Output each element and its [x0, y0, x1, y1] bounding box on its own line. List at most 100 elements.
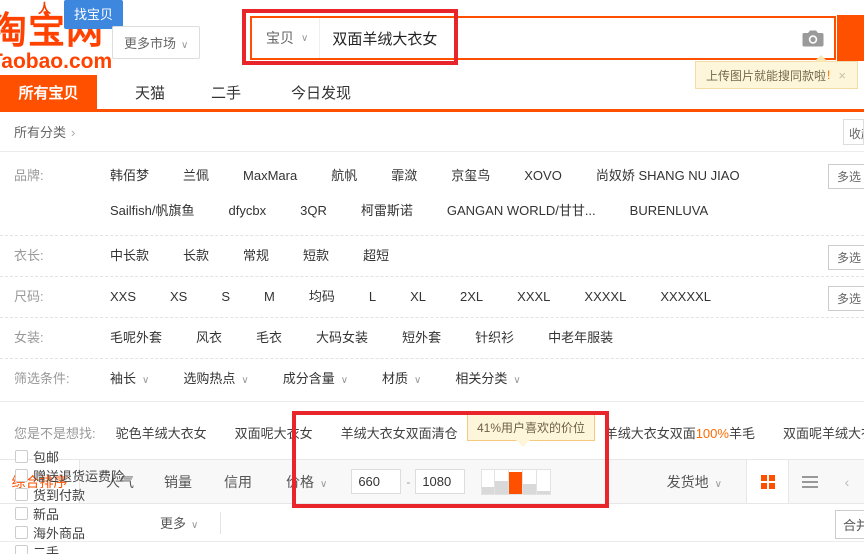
filter-dropdown[interactable]: 成分含量∨	[283, 369, 348, 391]
filter-option[interactable]: 长款	[183, 246, 209, 266]
checkbox-货到付款[interactable]: 货到付款	[15, 485, 124, 504]
nav-tab-tmall[interactable]: 天猫	[135, 75, 165, 109]
filter-option[interactable]: XS	[170, 287, 187, 307]
find-treasure-tab[interactable]: 找宝贝	[64, 0, 123, 29]
suggestion-text: 羊绒大衣女双面	[605, 426, 696, 441]
filter-option[interactable]: L	[369, 287, 376, 307]
search-input[interactable]	[320, 30, 802, 47]
price-histogram[interactable]	[481, 469, 551, 495]
filter-option[interactable]: 毛衣	[256, 328, 282, 348]
checkbox-海外商品[interactable]: 海外商品	[15, 523, 124, 542]
checkbox-包邮[interactable]: 包邮	[15, 447, 124, 466]
price-min-input[interactable]	[351, 469, 401, 494]
more-markets-label: 更多市场	[124, 36, 176, 51]
filter-option[interactable]: 3QR	[300, 201, 327, 221]
merge-same-button[interactable]: 合并同款	[835, 510, 864, 539]
filter-dropdown[interactable]: 材质∨	[382, 369, 421, 391]
suggestion-link[interactable]: 羊绒大衣女双面清仓	[341, 426, 458, 441]
filter-option[interactable]: XXXXL	[584, 287, 626, 307]
filter-option[interactable]: 2XL	[460, 287, 483, 307]
histogram-bar[interactable]	[481, 469, 495, 495]
suggestion-link[interactable]: 羊绒大衣女双面100%羊毛	[605, 426, 755, 441]
filter-option[interactable]: 短外套	[402, 328, 441, 348]
camera-icon[interactable]	[802, 29, 824, 47]
suggestion-link[interactable]: 双面呢羊绒大衣	[783, 426, 864, 441]
filter-row: 衣长:中长款长款常规短款超短多选	[0, 236, 864, 277]
suggestion-link[interactable]: 双面呢大衣女	[235, 426, 313, 441]
checkbox-新品[interactable]: 新品	[15, 504, 124, 523]
filter-option[interactable]: 均码	[309, 287, 335, 307]
filter-option[interactable]: S	[221, 287, 230, 307]
filter-option[interactable]: BURENLUVA	[630, 201, 709, 221]
histogram-bar[interactable]	[495, 469, 509, 495]
filter-option[interactable]: 毛呢外套	[110, 328, 162, 348]
filter-option[interactable]: 大码女装	[316, 328, 368, 348]
suggestion-link[interactable]: 驼色羊绒大衣女	[116, 426, 207, 441]
filter-option[interactable]: 超短	[363, 246, 389, 266]
close-icon[interactable]: ×	[838, 68, 846, 83]
price-max-input[interactable]	[415, 469, 465, 494]
filter-option[interactable]: MaxMara	[243, 166, 297, 186]
nav-tab-secondhand[interactable]: 二手	[211, 75, 241, 109]
sort-tab-sales[interactable]: 销量	[164, 472, 192, 492]
filter-option[interactable]: 短款	[303, 246, 329, 266]
nav-tab-all-items[interactable]: 所有宝贝	[0, 75, 97, 109]
histogram-bar[interactable]	[537, 469, 551, 495]
filter-label: 尺码:	[14, 287, 110, 307]
filter-option[interactable]: XOVO	[524, 166, 562, 186]
filter-option[interactable]: M	[264, 287, 275, 307]
filter-option[interactable]: dfycbx	[229, 201, 267, 221]
filter-dropdown[interactable]: 相关分类∨	[455, 369, 520, 391]
multi-select-button[interactable]: 多选	[828, 164, 864, 189]
search-button[interactable]	[837, 15, 864, 61]
checkbox-赠送退货运费险[interactable]: 赠送退货运费险	[15, 466, 124, 485]
ship-from-dropdown[interactable]: 发货地∨	[667, 472, 722, 492]
tooltip-bang: !	[827, 68, 830, 82]
filter-option[interactable]: XXS	[110, 287, 136, 307]
more-dropdown[interactable]: 更多∨	[160, 513, 198, 532]
filter-option[interactable]: 霏潋	[391, 166, 417, 186]
filter-options: 中长款 长款 常规 短款 超短	[110, 246, 820, 266]
filter-option[interactable]: 航帆	[331, 166, 357, 186]
collapse-filters-button[interactable]: 收起	[843, 119, 864, 145]
checkbox-icon	[15, 507, 28, 520]
filter-option[interactable]: XXXL	[517, 287, 550, 307]
histogram-bar[interactable]	[509, 469, 523, 495]
search-category-dropdown[interactable]: 宝贝∨	[252, 18, 320, 58]
filter-option[interactable]: XXXXXL	[660, 287, 711, 307]
filter-dropdown[interactable]: 袖长∨	[110, 369, 149, 391]
filter-option[interactable]: 中长款	[110, 246, 149, 266]
pager-prev-button[interactable]: ‹	[830, 460, 864, 503]
filter-option[interactable]: 尚奴娇 SHANG NU JIAO	[596, 166, 740, 186]
multi-select-button[interactable]: 多选	[828, 245, 864, 270]
chevron-left-icon: ‹	[845, 474, 850, 490]
more-markets-button[interactable]: 更多市场∨	[112, 26, 200, 59]
breadcrumb[interactable]: 所有分类›	[14, 122, 75, 141]
filter-option[interactable]: GANGAN WORLD/甘甘...	[447, 201, 596, 221]
chevron-down-icon: ∨	[341, 375, 348, 386]
filter-option[interactable]: 针织衫	[475, 328, 514, 348]
filter-option[interactable]: 京玺鸟	[451, 166, 490, 186]
filter-option[interactable]: 柯雷斯诺	[361, 201, 413, 221]
histogram-bar[interactable]	[523, 469, 537, 495]
breadcrumb-row: 所有分类› 收起	[0, 112, 864, 152]
multi-select-button[interactable]: 多选	[828, 286, 864, 311]
filter-option[interactable]: 风衣	[196, 328, 222, 348]
tooltip-text: 上传图片就能搜同款啦	[706, 67, 826, 84]
price-tooltip-text: 41%用户喜欢的价位	[477, 419, 585, 436]
list-view-button[interactable]	[788, 460, 830, 503]
nav-tab-today-discover[interactable]: 今日发现	[291, 75, 351, 109]
filter-option[interactable]: Sailfish/帆旗鱼	[110, 201, 195, 221]
price-sort-label: 价格	[286, 474, 314, 490]
histogram-fill	[523, 484, 536, 494]
price-sort-dropdown[interactable]: 价格∨	[286, 472, 327, 492]
filter-option[interactable]: 兰佩	[183, 166, 209, 186]
filter-option[interactable]: XL	[410, 287, 426, 307]
filter-option[interactable]: 常规	[243, 246, 269, 266]
grid-view-button[interactable]	[746, 460, 788, 503]
sort-tab-credit[interactable]: 信用	[224, 472, 252, 492]
filter-dropdown[interactable]: 选购热点∨	[183, 369, 248, 391]
filter-options: XXS XS S M 均码 L XL 2XL XXXL XXXXL XXXXXL	[110, 287, 820, 307]
filter-option[interactable]: 中老年服装	[548, 328, 613, 348]
filter-option[interactable]: 韩佰梦	[110, 166, 149, 186]
